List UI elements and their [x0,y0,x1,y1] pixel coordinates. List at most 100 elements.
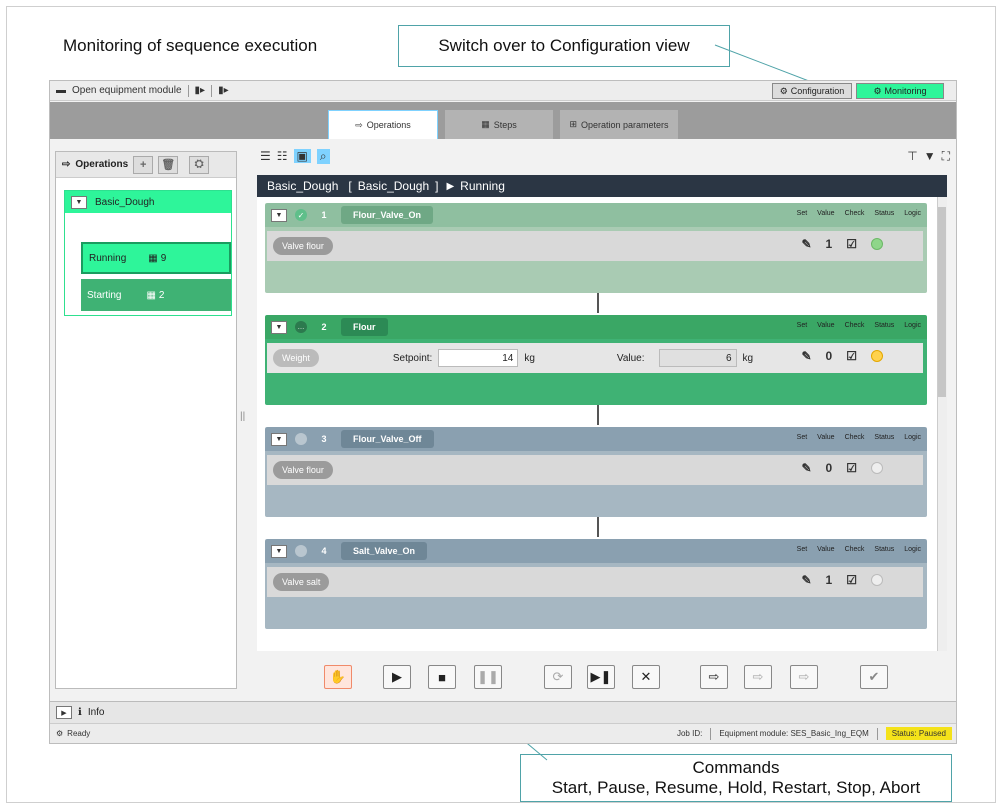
fit-screen-icon[interactable]: ⛶ [942,149,950,164]
collapse-all-icon[interactable]: ☷ [277,149,288,163]
operation-step-running[interactable]: Running ▦ 9 [81,242,231,274]
check-icon[interactable]: ☑ [846,461,857,475]
steps-tab-icon: ▦ [481,119,490,129]
step-column-headers: Set Value Check Status Logic [796,434,921,441]
sequence-bracket-name: Basic_Dough [357,179,430,193]
step-value: 0 [825,349,833,363]
open-module-button[interactable]: Open equipment module [72,85,182,96]
restart-button[interactable]: ⇨ [700,665,728,689]
toolbar-separator [211,84,213,97]
expand-all-icon[interactable]: ☰ [260,149,271,163]
operation-step-starting[interactable]: Starting ▦ 2 [81,279,231,311]
panel-splitter-handle[interactable]: || [240,411,245,422]
sequence-scrollbar[interactable] [937,197,947,651]
start-button[interactable]: ▶ [383,665,411,689]
callout-switch-configuration: Switch over to Configuration view [398,25,730,67]
step-column-headers: Set Value Check Status Logic [796,210,921,217]
check-icon[interactable]: ☑ [846,237,857,251]
resume-icon: ⟳ [552,669,564,684]
operation-tools-button[interactable]: ⛭ [189,155,210,174]
chevron-right-icon[interactable]: ▶ [56,706,72,719]
sequence-state: Running [460,179,505,193]
step-values: ✎ 0 ☑ [801,461,883,475]
chevron-down-icon[interactable]: ▼ [71,195,87,209]
pause-button[interactable]: ❚❚ [474,665,502,689]
step-forward-button[interactable]: ▶❚ [587,665,615,689]
add-operation-button[interactable]: + [133,155,154,174]
chevron-down-icon[interactable]: ▼ [271,320,287,334]
status-bar: ⚙ Ready Job ID: Equipment module: SES_Ba… [50,723,956,743]
resume-button[interactable]: ⟳ [544,665,572,689]
info-label[interactable]: Info [88,707,105,718]
set-icon[interactable]: ✎ [801,237,811,251]
operations-panel-title: Operations [75,159,129,170]
skip-button[interactable]: ⇨ [744,665,772,689]
step-name[interactable]: Flour_Valve_On [341,206,434,224]
step-connector [597,405,599,425]
acknowledge-button[interactable]: ✔ [860,665,888,689]
configuration-icon: ⚙ [779,85,788,96]
idle-icon [295,433,307,445]
monitor-view-icon[interactable]: ▣ [293,149,311,163]
operation-group-header[interactable]: ▼ Basic_Dough [65,191,231,213]
command-bar: ✋ ▶ ■ ❚❚ ⟳ ▶❚ ✕ ⇨ ⇨ ⇨ ✔ [260,659,950,697]
import-icon[interactable]: ▮▸ [218,85,229,96]
step-card-2: ▼ … 2 Flour Set Value Check Status Logic… [265,315,927,405]
configuration-view-button[interactable]: ⚙ Configuration [772,83,852,99]
step-values: ✎ 1 ☑ [801,573,883,587]
filter-icon[interactable]: ▼ [924,149,936,163]
tab-operations[interactable]: ⇨ Operations [328,110,438,139]
zoom-icon[interactable]: ⌕ [316,148,330,164]
setpoint-label: Setpoint: [392,352,433,364]
chevron-down-icon[interactable]: ▼ [271,544,287,558]
step-pill[interactable]: Valve flour [273,461,333,479]
chevron-down-icon[interactable]: ▼ [271,208,287,222]
setpoint-field[interactable]: 14 [438,349,519,367]
monitoring-view-button[interactable]: ⚙ Monitoring [856,83,944,99]
set-icon[interactable]: ✎ [801,349,811,363]
step-number: 4 [321,546,327,556]
step-value: 1 [825,573,833,587]
abort-button[interactable]: ✕ [632,665,660,689]
status-icon [871,238,883,250]
filter-off-icon[interactable]: ⊤ [907,149,917,163]
job-id-label: Job ID: [676,729,703,738]
sequence-area: ▼ ✓ 1 Flour_Valve_On Set Value Check Sta… [257,197,947,651]
step-column-headers: Set Value Check Status Logic [796,546,921,553]
step-pill[interactable]: Valve salt [273,573,330,591]
callout-commands-title: Commands [692,758,780,777]
step-column-headers: Set Value Check Status Logic [796,322,921,329]
actual-value-field: 6 [658,349,737,367]
stop-button[interactable]: ■ [428,665,456,689]
delete-operation-button[interactable]: 🗑 [158,155,179,174]
set-icon[interactable]: ✎ [801,461,811,475]
operations-icon: ⇨ [62,159,71,170]
scrollbar-thumb[interactable] [938,207,946,397]
step-name[interactable]: Salt_Valve_On [341,542,428,560]
value-label: Value: [616,352,645,364]
step-values: ✎ 1 ☑ [801,237,883,251]
step-pill[interactable]: Valve flour [273,237,333,255]
set-icon[interactable]: ✎ [801,573,811,587]
stop-icon: ■ [438,669,446,685]
operations-panel-header: ⇨ Operations + 🗑 ⛭ [56,152,236,178]
hold-button[interactable]: ✋ [324,665,352,689]
status-icon [871,462,883,474]
step-name[interactable]: Flour_Valve_Off [341,430,434,448]
monitoring-view-label: Monitoring [884,86,927,96]
configuration-view-label: Configuration [790,86,845,96]
chevron-down-icon[interactable]: ▼ [271,432,287,446]
tab-operation-parameters[interactable]: ⊞ Operation parameters [560,110,678,139]
step-name[interactable]: Flour [341,318,388,336]
step-header: ▼ ✓ 1 Flour_Valve_On Set Value Check Sta… [265,203,927,227]
export-icon[interactable]: ▮▸ [195,85,206,96]
pause-icon: ❚❚ [477,669,499,684]
check-icon[interactable]: ☑ [846,573,857,587]
status-badge: Status: Paused [885,727,952,740]
setpoint-unit: kg [524,352,535,364]
tab-steps[interactable]: ▦ Steps [445,110,553,139]
check-icon[interactable]: ☑ [846,349,857,363]
loop-button[interactable]: ⇨ [790,665,818,689]
step-pill[interactable]: Weight [273,349,319,367]
callout-commands-list: Start, Pause, Resume, Hold, Restart, Sto… [551,778,921,797]
